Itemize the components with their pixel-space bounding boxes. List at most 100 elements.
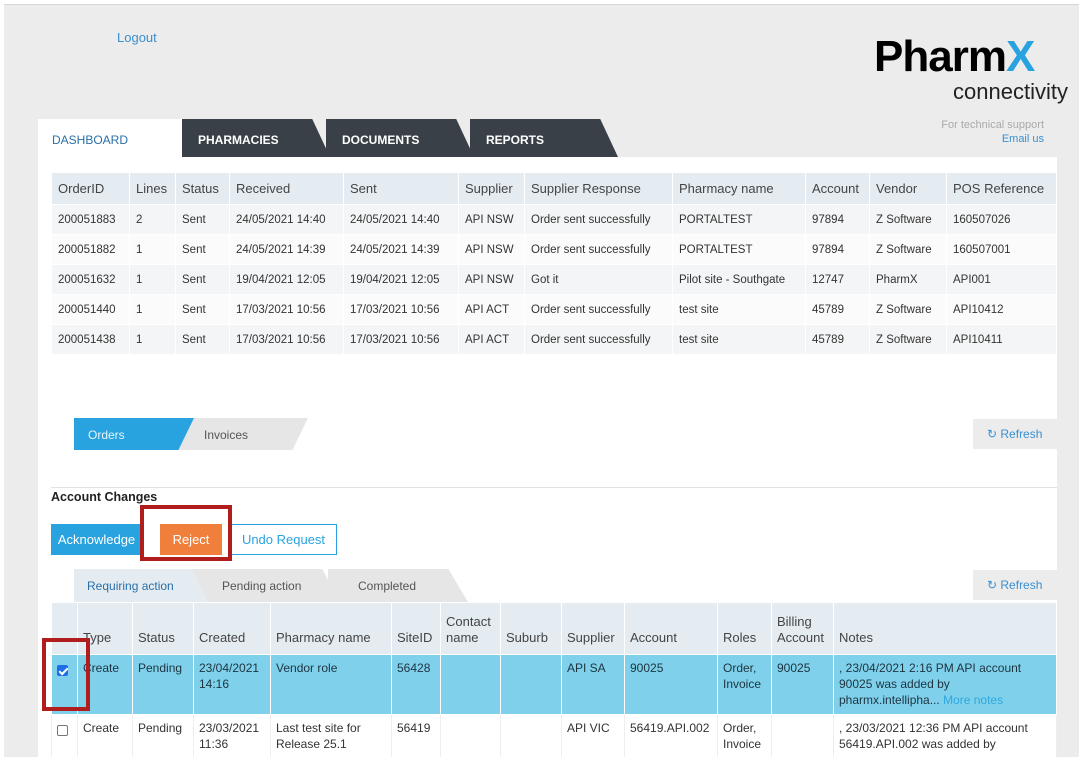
tab-reports[interactable]: REPORTS — [470, 119, 618, 157]
cell-account: 12747 — [805, 264, 870, 295]
refresh-changes-button[interactable]: ↻ Refresh — [973, 570, 1057, 600]
orders-header-row: OrderID Lines Status Received Sent Suppl… — [51, 172, 1057, 205]
email-us-link[interactable]: Email us — [941, 132, 1044, 146]
cell-suburb — [500, 714, 562, 757]
order-row[interactable]: 200051440 1 Sent 17/03/2021 10:56 17/03/2021… — [51, 294, 1057, 325]
cell-vendor: Z Software — [869, 204, 947, 235]
cell-lines: 1 — [129, 294, 176, 325]
cell-pharmacy-name: test site — [672, 324, 806, 355]
order-row[interactable]: 200051632 1 Sent 19/04/2021 12:05 19/04/2021… — [51, 264, 1057, 295]
col-lines[interactable]: Lines — [129, 172, 176, 205]
cell-notes: , 23/04/2021 2:16 PM API account 90025 w… — [833, 654, 1057, 715]
col-supplier[interactable]: Supplier — [458, 172, 525, 205]
tab-requiring-action[interactable]: Requiring action — [74, 569, 208, 602]
col-type[interactable]: Type — [77, 602, 133, 655]
cell-orderid: 200051883 — [51, 204, 130, 235]
row-checkbox[interactable] — [57, 665, 68, 676]
cell-pos-reference: API10412 — [946, 294, 1057, 325]
order-row[interactable]: 200051882 1 Sent 24/05/2021 14:39 24/05/2021… — [51, 234, 1057, 265]
cell-supplier: API SA — [561, 654, 625, 715]
cell-pos-reference: 160507001 — [946, 234, 1057, 265]
cell-account: 90025 — [624, 654, 718, 715]
cell-pharmacy-name: test site — [672, 294, 806, 325]
cell-status: Pending — [132, 714, 194, 757]
cell-vendor: PharmX — [869, 264, 947, 295]
cell-created: 23/03/2021 11:36 — [193, 714, 271, 757]
cell-notes: , 23/03/2021 12:36 PM API account 56419.… — [833, 714, 1057, 757]
col-suburb[interactable]: Suburb — [500, 602, 562, 655]
more-notes-link[interactable]: More notes — [943, 693, 1003, 707]
cell-supplier: API NSW — [458, 204, 525, 235]
tab-documents[interactable]: DOCUMENTS — [326, 119, 474, 157]
cell-sent: 17/03/2021 10:56 — [343, 294, 459, 325]
tab-completed[interactable]: Completed — [328, 569, 468, 602]
order-row[interactable]: 200051438 1 Sent 17/03/2021 10:56 17/03/2021… — [51, 324, 1057, 355]
undo-request-button[interactable]: Undo Request — [230, 524, 337, 555]
cell-pharmacy-name: Pilot site - Southgate — [672, 264, 806, 295]
cell-sent: 24/05/2021 14:39 — [343, 234, 459, 265]
col-pharmacy-name[interactable]: Pharmacy name — [270, 602, 392, 655]
cell-received: 24/05/2021 14:39 — [229, 234, 344, 265]
cell-sent: 17/03/2021 10:56 — [343, 324, 459, 355]
cell-received: 17/03/2021 10:56 — [229, 294, 344, 325]
cell-lines: 1 — [129, 234, 176, 265]
cell-pharmacy: Vendor role — [270, 654, 392, 715]
cell-account: 56419.API.002 — [624, 714, 718, 757]
col-supplier[interactable]: Supplier — [561, 602, 625, 655]
col-siteid[interactable]: SiteID — [391, 602, 441, 655]
cell-pharmacy-name: PORTALTEST — [672, 234, 806, 265]
cell-suburb — [500, 654, 562, 715]
col-created[interactable]: Created — [193, 602, 271, 655]
cell-lines: 2 — [129, 204, 176, 235]
col-sent[interactable]: Sent — [343, 172, 459, 205]
col-orderid[interactable]: OrderID — [51, 172, 130, 205]
tab-pharmacies[interactable]: PHARMACIES — [182, 119, 330, 157]
reject-button[interactable]: Reject — [160, 524, 222, 555]
account-change-row[interactable]: Create Pending 23/03/2021 11:36 Last test s… — [51, 714, 1057, 757]
cell-account: 45789 — [805, 324, 870, 355]
cell-supplier: API ACT — [458, 324, 525, 355]
col-contact-name[interactable]: Contact name — [440, 602, 501, 655]
row-checkbox[interactable] — [57, 725, 68, 736]
cell-status: Pending — [132, 654, 194, 715]
col-billing-account[interactable]: Billing Account — [771, 602, 834, 655]
tab-pending-action[interactable]: Pending action — [192, 569, 340, 602]
order-row[interactable]: 200051883 2 Sent 24/05/2021 14:40 24/05/2021… — [51, 204, 1057, 235]
col-account[interactable]: Account — [624, 602, 718, 655]
cell-created: 23/04/2021 14:16 — [193, 654, 271, 715]
col-select — [51, 602, 78, 655]
orders-table: OrderID Lines Status Received Sent Suppl… — [51, 172, 1057, 355]
tab-invoices[interactable]: Invoices — [178, 418, 308, 450]
col-roles[interactable]: Roles — [717, 602, 772, 655]
tab-orders[interactable]: Orders — [74, 418, 194, 450]
cell-supplier: API ACT — [458, 294, 525, 325]
col-account[interactable]: Account — [805, 172, 870, 205]
account-change-row[interactable]: Create Pending 23/04/2021 14:16 Vendor role… — [51, 654, 1057, 715]
acknowledge-button[interactable]: Acknowledge — [51, 524, 142, 555]
account-changes-table: Type Status Created Pharmacy name SiteID… — [51, 602, 1057, 757]
col-notes[interactable]: Notes — [833, 602, 1057, 655]
col-pos-reference[interactable]: POS Reference — [946, 172, 1057, 205]
col-supplier-response[interactable]: Supplier Response — [524, 172, 673, 205]
dashboard-panel: OrderID Lines Status Received Sent Suppl… — [38, 157, 1057, 757]
support-info: For technical support Email us — [941, 118, 1044, 146]
cell-select — [51, 654, 78, 715]
col-status[interactable]: Status — [175, 172, 230, 205]
tab-dashboard[interactable]: DASHBOARD — [38, 119, 182, 157]
cell-received: 19/04/2021 12:05 — [229, 264, 344, 295]
cell-siteid: 56419 — [391, 714, 441, 757]
cell-vendor: Z Software — [869, 234, 947, 265]
cell-orderid: 200051882 — [51, 234, 130, 265]
cell-supplier: API VIC — [561, 714, 625, 757]
cell-sent: 24/05/2021 14:40 — [343, 204, 459, 235]
changes-header-row: Type Status Created Pharmacy name SiteID… — [51, 602, 1057, 655]
refresh-orders-button[interactable]: ↻ Refresh — [973, 419, 1057, 449]
col-pharmacy-name[interactable]: Pharmacy name — [672, 172, 806, 205]
cell-status: Sent — [175, 204, 230, 235]
col-vendor[interactable]: Vendor — [869, 172, 947, 205]
col-received[interactable]: Received — [229, 172, 344, 205]
cell-contact — [440, 654, 501, 715]
app-frame: Logout PharmX connectivity For technical… — [4, 4, 1079, 757]
col-status[interactable]: Status — [132, 602, 194, 655]
logout-link[interactable]: Logout — [117, 30, 157, 45]
